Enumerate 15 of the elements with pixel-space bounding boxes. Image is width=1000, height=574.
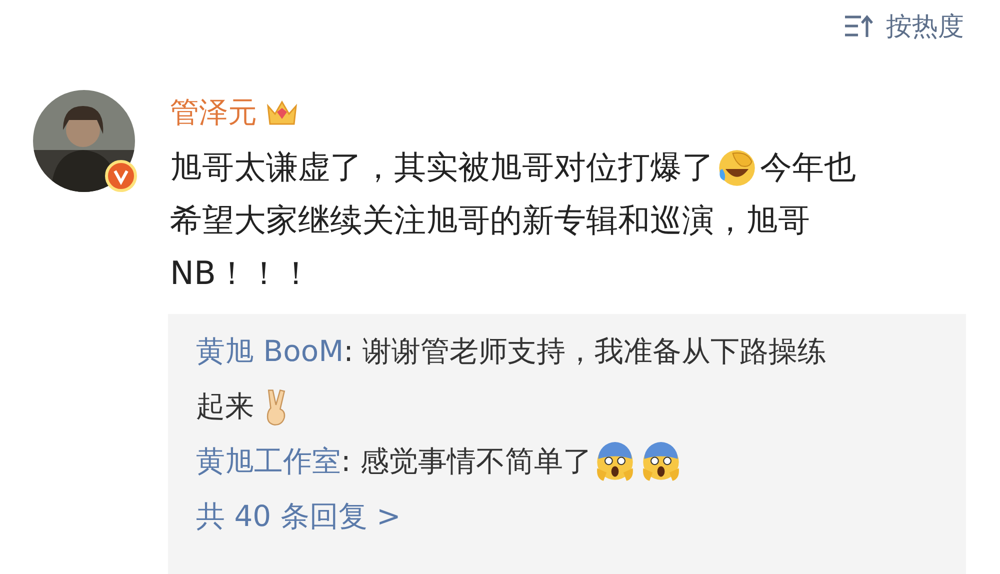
comment-text: 今年也 — [760, 147, 856, 188]
reply-author[interactable]: 黄旭 BooM — [196, 324, 344, 379]
comment-text: : 感觉事情不简单了 — [341, 443, 592, 480]
comment-text: 起来 — [196, 388, 254, 425]
screaming-face-icon — [640, 440, 682, 482]
comment-text: : 谢谢管老师支持，我准备从下路操练 — [344, 333, 827, 370]
sort-button[interactable]: 按热度 — [844, 6, 964, 46]
more-replies-link[interactable]: 共 40 条回复 > — [196, 489, 401, 544]
author-name[interactable]: 管泽元 — [170, 93, 257, 133]
screaming-face-icon — [594, 440, 636, 482]
sort-icon — [844, 14, 874, 38]
comment-text: NB！！！ — [170, 253, 312, 294]
reply-author[interactable]: 黄旭工作室 — [196, 434, 341, 489]
comment-text: 旭哥太谦虚了，其实被旭哥对位打爆了 — [170, 147, 714, 188]
comment-text: 希望大家继续关注旭哥的新专辑和巡演，旭哥 — [170, 200, 810, 241]
